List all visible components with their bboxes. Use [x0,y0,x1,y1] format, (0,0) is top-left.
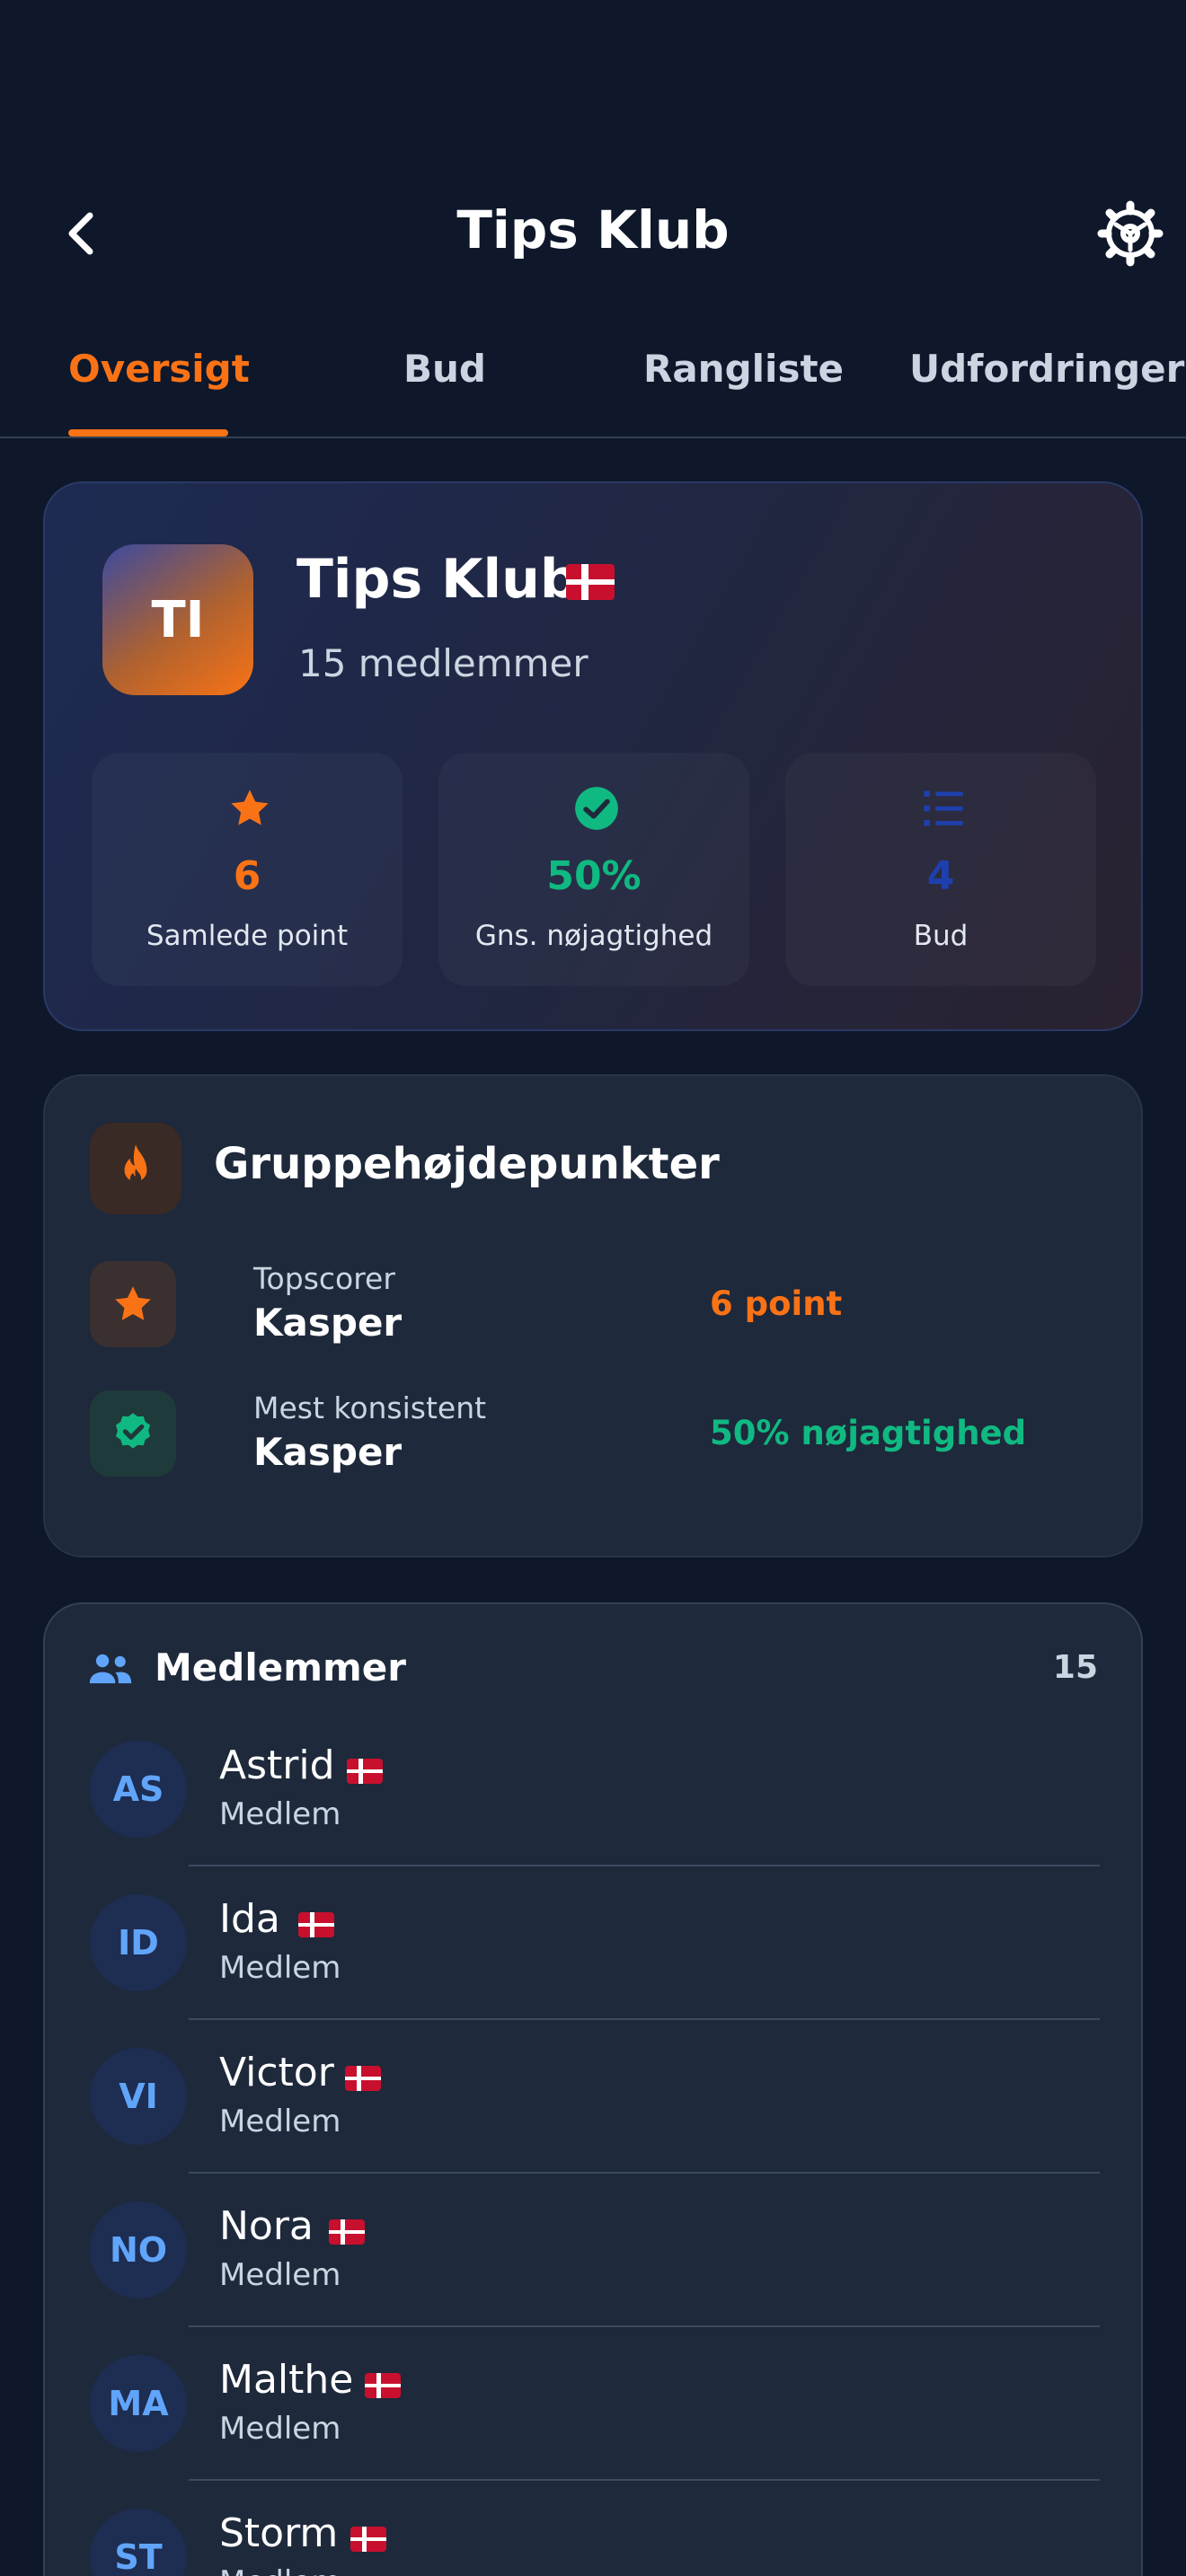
club-name: Tips Klub [296,548,579,611]
member-role: Medlem [219,2564,341,2576]
denmark-flag-icon [298,1912,334,1937]
divider [189,2325,1100,2327]
divider [189,1865,1100,1866]
highlight-value: 6 point [710,1284,843,1323]
tab-bud[interactable]: Bud [368,347,521,391]
highlight-label: Topscorer [253,1261,395,1296]
stat-total-points: 6 Samlede point [92,753,403,986]
highlight-icon-box [90,1261,176,1347]
highlight-name: Kasper [253,1430,403,1474]
highlight-top-scorer: Topscorer Kasper 6 point [90,1261,1096,1351]
active-tab-indicator [68,429,228,437]
denmark-flag-icon [350,2527,386,2552]
member-row[interactable]: VI Victor Medlem [45,2048,1145,2201]
tab-oversigt[interactable]: Oversigt [68,347,250,391]
flame-icon [124,1144,147,1185]
stat-label: Gns. nøjagtighed [474,920,713,952]
member-avatar: NO [90,2201,187,2298]
member-name: Astrid [219,1742,335,1788]
stat-value: 4 [926,853,955,899]
members-title: Medlemmer [155,1645,406,1689]
member-row[interactable]: MA Malthe Medlem [45,2355,1145,2509]
stat-value: 6 [233,853,261,899]
member-role: Medlem [219,2104,341,2139]
denmark-flag-icon [347,1759,383,1784]
highlight-value: 50% nøjagtighed [710,1414,1027,1452]
stat-bids: 4 Bud [785,753,1096,986]
member-row[interactable]: ST Storm Medlem [45,2509,1145,2576]
member-role: Medlem [219,2411,341,2447]
stat-value: 50% [546,853,642,899]
verified-badge-icon [115,1413,151,1449]
member-name: Victor [219,2050,334,2095]
member-avatar: AS [90,1741,187,1838]
gear-icon [1097,200,1164,267]
member-role: Medlem [219,1950,341,1986]
members-count: 15 [1052,1649,1098,1686]
people-icon [89,1654,132,1684]
member-name: Ida [219,1896,280,1942]
page-title: Tips Klub [456,199,730,260]
highlight-name: Kasper [253,1301,403,1345]
highlight-label: Mest konsistent [253,1390,487,1425]
member-avatar: ST [90,2509,187,2576]
denmark-flag-icon [566,564,615,600]
top-bar: Tips Klub [0,180,1186,287]
club-avatar: TI [102,544,253,695]
highlight-icon-box [90,1390,176,1477]
stat-label: Samlede point [146,920,349,952]
tab-udfordringer[interactable]: Udfordringer [909,347,1184,391]
divider [189,2479,1100,2481]
member-name: Storm [219,2510,339,2556]
member-avatar: ID [90,1894,187,1991]
denmark-flag-icon [329,2219,365,2245]
settings-button[interactable] [1096,199,1164,268]
member-avatar: VI [90,2048,187,2145]
highlights-title: Gruppehøjdepunkter [214,1139,720,1189]
club-member-count: 15 medlemmer [298,641,589,685]
member-row[interactable]: AS Astrid Medlem [45,1741,1145,1894]
divider [189,2172,1100,2174]
member-role: Medlem [219,2257,341,2293]
divider [189,2018,1100,2020]
members-card: Medlemmer 15 AS Astrid Medlem ID Ida Med… [43,1602,1143,2576]
denmark-flag-icon [365,2373,401,2398]
member-name: Nora [219,2203,314,2249]
member-row[interactable]: ID Ida Medlem [45,1894,1145,2048]
group-highlights-card: Gruppehøjdepunkter Topscorer Kasper 6 po… [43,1074,1143,1557]
star-icon [231,790,269,825]
denmark-flag-icon [345,2066,381,2091]
star-icon [115,1286,151,1320]
tab-rangliste[interactable]: Rangliste [643,347,844,391]
highlight-most-consistent: Mest konsistent Kasper 50% nøjagtighed [90,1390,1096,1480]
member-name: Malthe [219,2357,354,2403]
check-circle-icon [575,787,618,830]
member-role: Medlem [219,1796,341,1832]
member-row[interactable]: NO Nora Medlem [45,2201,1145,2355]
stat-label: Bud [913,920,969,952]
tab-bar: Oversigt Bud Rangliste Udfordringer [0,332,1186,438]
list-icon [924,790,963,826]
club-summary-card: TI Tips Klub 15 medlemmer 6 Samlede poin… [43,481,1143,1031]
member-avatar: MA [90,2355,187,2452]
highlights-icon-box [90,1123,181,1214]
stat-avg-accuracy: 50% Gns. nøjagtighed [438,753,749,986]
